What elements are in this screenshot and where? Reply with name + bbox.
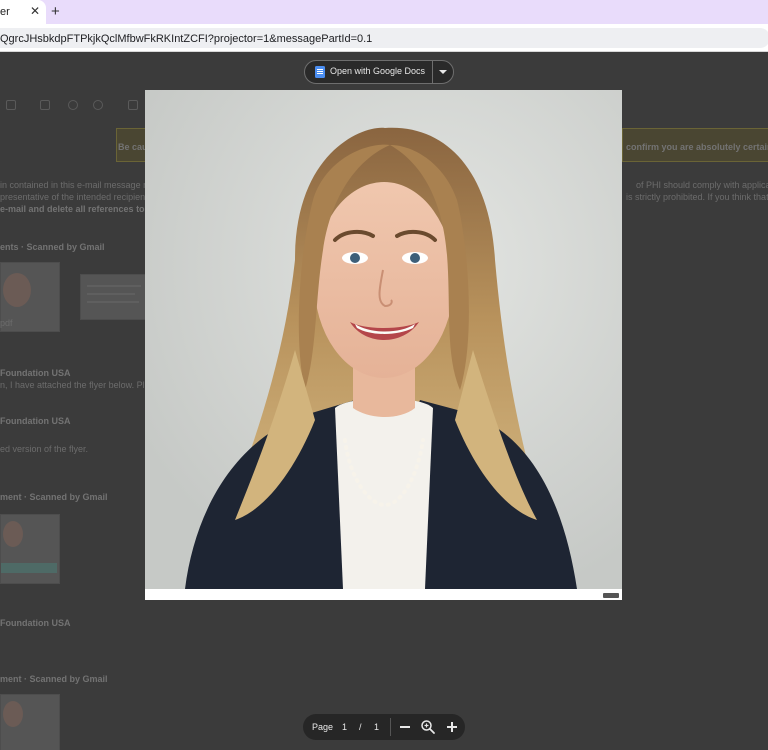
attachment-thumbnail-4[interactable]: [0, 694, 60, 750]
attachments-header-2: ment · Scanned by Gmail: [0, 492, 108, 502]
thumbnail-portrait: [3, 701, 23, 727]
page-controls: Page 1 / 1: [303, 714, 465, 740]
tab-title: er: [0, 6, 10, 18]
body-line-2: presentative of the intended recipient, …: [0, 192, 168, 202]
magnifier-icon: [421, 720, 435, 734]
current-page-input[interactable]: 1: [342, 722, 347, 732]
thumbnail-line: [87, 293, 135, 295]
attachments-header-1: ents · Scanned by Gmail: [0, 242, 105, 252]
attachments-header-3: ment · Scanned by Gmail: [0, 674, 108, 684]
zoom-in-magnifier-icon[interactable]: [418, 717, 438, 737]
body-line-1: in contained in this e-mail message may …: [0, 180, 168, 190]
open-with-control: Open with Google Docs: [304, 60, 454, 84]
thumbnail-portrait: [3, 273, 31, 307]
page-separator: /: [359, 722, 362, 732]
mail-icon: [40, 100, 50, 110]
body-line-3: e-mail and delete all references to it a…: [0, 204, 164, 214]
thumbnail-portrait: [3, 521, 23, 547]
image-preview[interactable]: [145, 90, 622, 600]
google-docs-icon: [315, 66, 325, 78]
open-with-dropdown-button[interactable]: [433, 61, 453, 83]
body-right-2: is strictly prohibited. If you think tha…: [626, 192, 768, 202]
thumbnail-band: [1, 563, 57, 573]
portrait-photo: [145, 90, 622, 589]
open-with-google-docs-button[interactable]: Open with Google Docs: [305, 61, 432, 83]
folder-icon: [128, 100, 138, 110]
task-icon: [93, 100, 103, 110]
snippet-1: n, I have attached the flyer below. Plea…: [0, 380, 165, 390]
attachment-name: pdf: [0, 318, 13, 328]
portrait-illustration: [145, 90, 622, 589]
clock-icon: [68, 100, 78, 110]
open-with-label: Open with Google Docs: [330, 66, 426, 76]
address-bar: QgrcJHsbkdpFTPkjkQclMfbwFkRKIntZCFI?proj…: [0, 24, 768, 52]
browser-tab[interactable]: er ✕: [0, 0, 46, 24]
page-label: Page: [312, 722, 334, 732]
thumbnail-line: [87, 285, 141, 287]
page-bar-divider: [390, 718, 391, 736]
attachment-thumbnail-2[interactable]: [80, 274, 146, 320]
document-footer-mark: [603, 593, 619, 598]
sender-1: Foundation USA: [0, 368, 71, 378]
snippet-2: ed version of the flyer.: [0, 444, 89, 454]
warning-right-text: confirm you are absolutely certain it: [626, 142, 768, 152]
browser-tab-bar: er ✕ +: [0, 0, 768, 24]
total-pages: 1: [374, 722, 380, 732]
new-tab-button[interactable]: +: [51, 3, 60, 20]
zoom-out-button[interactable]: [395, 717, 415, 737]
sender-3: Foundation USA: [0, 618, 71, 628]
attachment-thumbnail-3[interactable]: [0, 514, 60, 584]
archive-icon: [6, 100, 16, 110]
body-right-1: of PHI should comply with applicable fe: [636, 180, 768, 190]
url-text[interactable]: QgrcJHsbkdpFTPkjkQclMfbwFkRKIntZCFI?proj…: [0, 33, 372, 45]
close-tab-icon[interactable]: ✕: [30, 4, 40, 18]
thumbnail-line: [87, 301, 139, 303]
zoom-in-button[interactable]: [442, 717, 462, 737]
sender-2: Foundation USA: [0, 416, 71, 426]
